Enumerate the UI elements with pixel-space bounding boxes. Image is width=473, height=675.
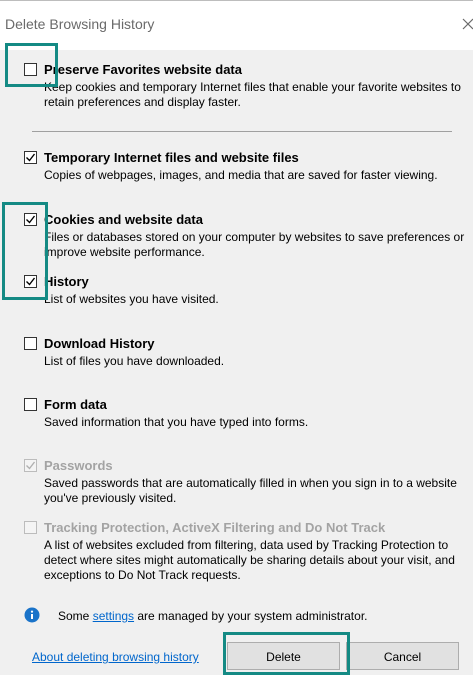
settings-link[interactable]: settings [93, 609, 134, 623]
download-history-checkbox[interactable] [24, 337, 37, 350]
form-data-label[interactable]: Form data [44, 397, 107, 412]
cancel-button[interactable]: Cancel [346, 642, 459, 670]
cookies-checkbox[interactable] [24, 213, 37, 226]
temporary-files-checkbox[interactable] [24, 151, 37, 164]
tracking-protection-label: Tracking Protection, ActiveX Filtering a… [44, 520, 386, 535]
form-data-checkbox[interactable] [24, 398, 37, 411]
passwords-description: Saved passwords that are automatically f… [44, 476, 457, 505]
history-description: List of websites you have visited. [44, 292, 219, 306]
admin-info-text: Some settings are managed by your system… [58, 609, 367, 623]
title-bar: Delete Browsing History [0, 0, 473, 50]
checkmark-icon [26, 277, 36, 286]
checkmark-icon [26, 153, 36, 162]
cookies-label[interactable]: Cookies and website data [44, 212, 203, 227]
passwords-checkbox [24, 459, 37, 472]
separator [32, 131, 452, 132]
info-icon [24, 607, 40, 623]
preserve-favorites-label[interactable]: Preserve Favorites website data [44, 62, 242, 77]
close-button[interactable] [455, 13, 473, 35]
download-history-description: List of files you have downloaded. [44, 354, 225, 368]
passwords-label: Passwords [44, 458, 113, 473]
history-checkbox[interactable] [24, 275, 37, 288]
preserve-favorites-description: Keep cookies and temporary Internet file… [44, 80, 461, 109]
tracking-protection-description: A list of websites excluded from filteri… [44, 538, 455, 582]
delete-button[interactable]: Delete [227, 642, 340, 670]
checkmark-icon [26, 215, 36, 224]
download-history-label[interactable]: Download History [44, 336, 155, 351]
dialog-body: Preserve Favorites website data Keep coo… [0, 43, 473, 675]
tracking-protection-checkbox [24, 521, 37, 534]
dialog-title: Delete Browsing History [5, 16, 155, 32]
temporary-files-label[interactable]: Temporary Internet files and website fil… [44, 150, 299, 165]
about-deleting-history-link[interactable]: About deleting browsing history [32, 650, 199, 664]
close-icon [462, 18, 473, 30]
cookies-description: Files or databases stored on your comput… [44, 230, 465, 259]
preserve-favorites-checkbox[interactable] [24, 63, 37, 76]
checkmark-icon [26, 461, 36, 470]
form-data-description: Saved information that you have typed in… [44, 415, 309, 429]
admin-info-prefix: Some [58, 609, 93, 623]
temporary-files-description: Copies of webpages, images, and media th… [44, 168, 438, 182]
history-label[interactable]: History [44, 274, 89, 289]
admin-info-suffix: are managed by your system administrator… [134, 609, 368, 623]
